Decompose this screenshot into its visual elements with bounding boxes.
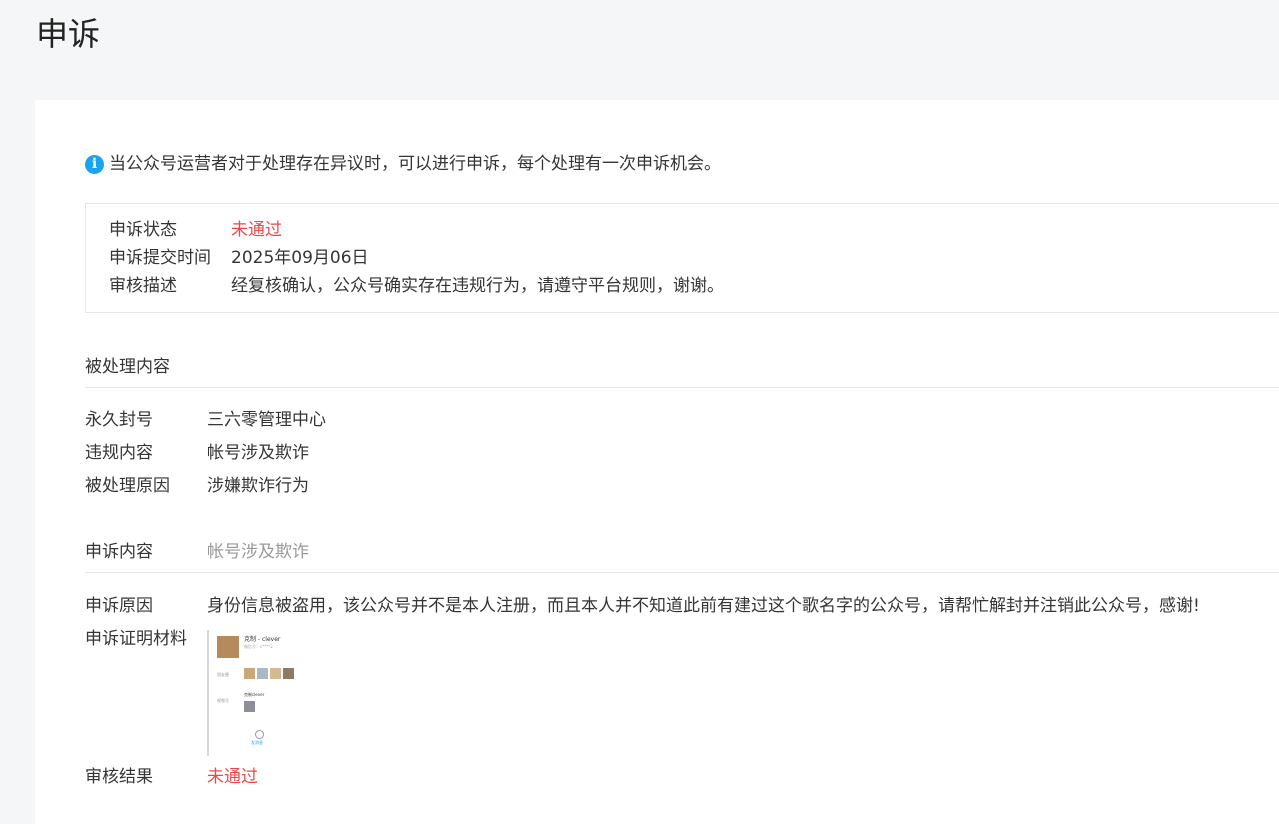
divider [85,387,1279,388]
evidence-video-thumb [244,701,255,712]
appeal-reason-value: 身份信息被盗用，该公众号并不是本人注册，而且本人并不知道此前有建过这个歌名字的公… [207,596,1200,616]
appeal-content-value: 帐号涉及欺诈 [207,542,309,562]
processed-value: 帐号涉及欺诈 [207,443,309,463]
evidence-link: 发消息 [251,740,263,745]
status-review-value: 经复核确认，公众号确实存在违规行为，请遵守平台规则，谢谢。 [231,276,724,296]
processed-label: 违规内容 [85,443,153,463]
processed-value: 三六零管理中心 [207,410,326,430]
status-row-state: 申诉状态 未通过 [109,218,282,242]
page-title: 申诉 [36,15,101,53]
evidence-thumb [244,668,255,679]
evidence-thumb [270,668,281,679]
evidence-name: 克制 - clever [244,636,281,643]
evidence-meta: 微信号：c****2 [244,644,273,649]
evidence-thumb [257,668,268,679]
processed-label: 永久封号 [85,410,153,430]
evidence-label-1: 朋友圈 [217,672,229,677]
notice-text: 当公众号运营者对于处理存在异议时，可以进行申诉，每个处理有一次申诉机会。 [109,154,721,174]
evidence-avatar [217,636,239,658]
evidence-video-name: 克制clever [244,692,265,697]
divider [85,572,1279,573]
status-row-review: 审核描述 经复核确认，公众号确实存在违规行为，请遵守平台规则，谢谢。 [109,274,724,298]
message-icon [255,730,264,739]
processed-row: 永久封号 三六零管理中心 [85,408,326,432]
appeal-content-row: 申诉内容 帐号涉及欺诈 [85,540,309,564]
info-icon: i [85,154,104,174]
appeal-result-label: 审核结果 [85,767,153,787]
evidence-thumb [283,668,294,679]
appeal-proof-row: 申诉证明材料 [85,627,207,651]
status-state-value: 未通过 [231,220,282,240]
appeal-card: i 当公众号运营者对于处理存在异议时，可以进行申诉，每个处理有一次申诉机会。 申… [35,100,1279,824]
evidence-image[interactable]: 克制 - clever 微信号：c****2 朋友圈 视频号 克制clever … [207,630,303,756]
status-submit-label: 申诉提交时间 [109,248,211,268]
status-submit-value: 2025年09月06日 [231,248,369,268]
evidence-label-2: 视频号 [217,698,229,703]
status-row-submit-time: 申诉提交时间 2025年09月06日 [109,246,369,270]
processed-value: 涉嫌欺诈行为 [207,476,309,496]
appeal-reason-row: 申诉原因 身份信息被盗用，该公众号并不是本人注册，而且本人并不知道此前有建过这个… [85,594,1200,618]
processed-section-title: 被处理内容 [85,357,170,377]
processed-row: 被处理原因 涉嫌欺诈行为 [85,474,309,498]
status-state-label: 申诉状态 [109,220,177,240]
status-review-label: 审核描述 [109,276,177,296]
notice-banner: i 当公众号运营者对于处理存在异议时，可以进行申诉，每个处理有一次申诉机会。 [85,152,721,176]
appeal-content-label: 申诉内容 [85,542,153,562]
appeal-result-value: 未通过 [207,767,258,787]
appeal-status-box: 申诉状态 未通过 申诉提交时间 2025年09月06日 审核描述 经复核确认，公… [85,203,1279,313]
processed-label: 被处理原因 [85,476,170,496]
appeal-reason-label: 申诉原因 [85,596,153,616]
appeal-proof-label: 申诉证明材料 [85,629,187,649]
processed-row: 违规内容 帐号涉及欺诈 [85,441,309,465]
appeal-result-row: 审核结果 未通过 [85,765,258,789]
